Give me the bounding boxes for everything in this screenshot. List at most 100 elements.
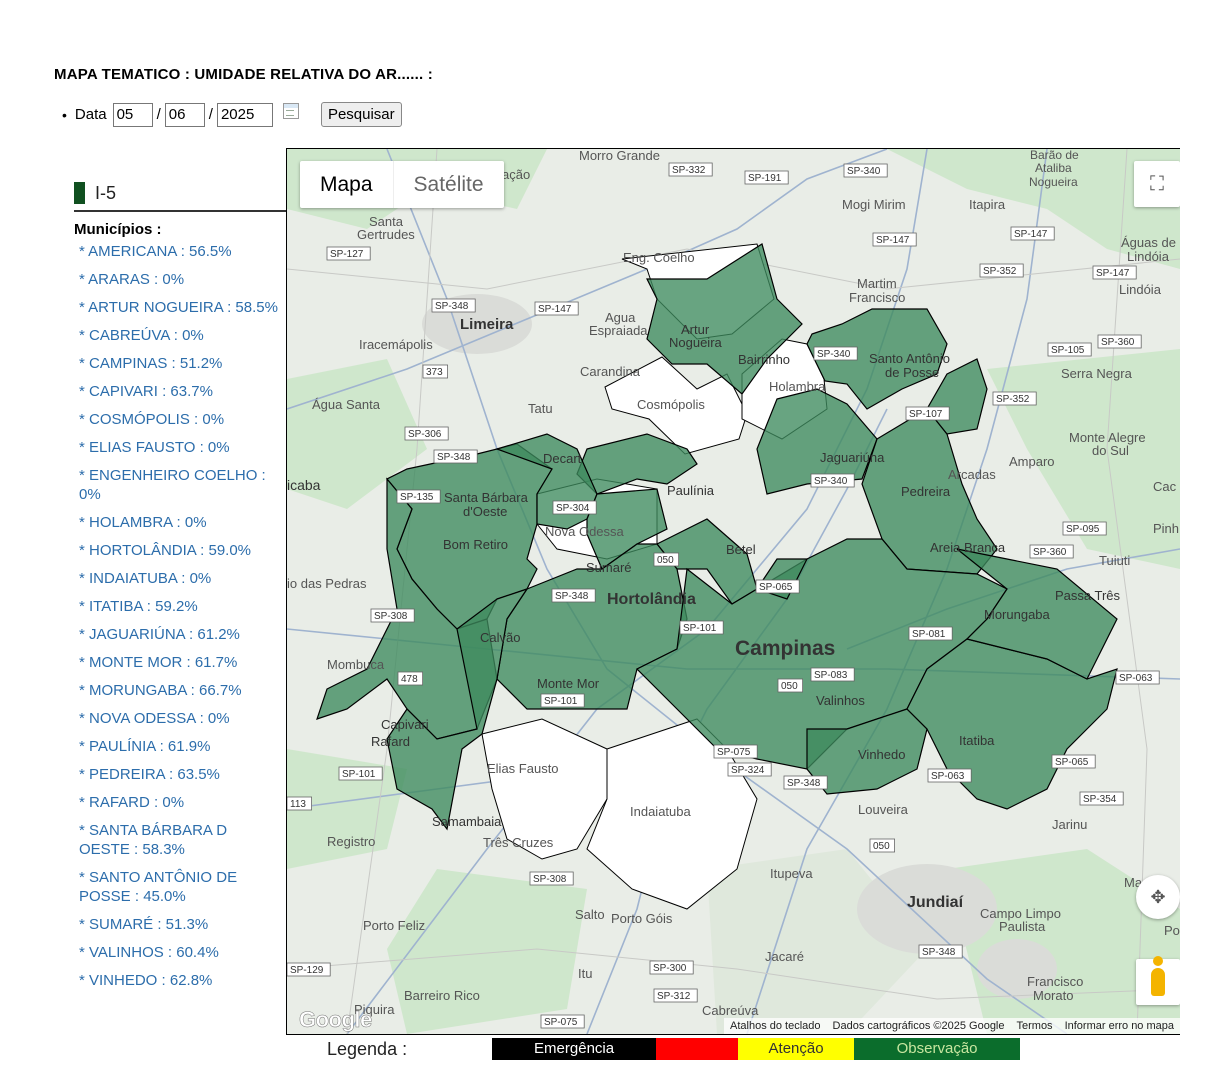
municipio-item: * PAULÍNIA : 61.9%: [79, 738, 211, 755]
map-type-control: Mapa Satélite: [300, 161, 504, 208]
road-shield-label: SP-340: [817, 349, 851, 360]
road-shield-label: 050: [781, 681, 798, 692]
month-input[interactable]: [164, 102, 205, 127]
calendar-icon[interactable]: [282, 102, 299, 119]
municipio-item: * RAFARD : 0%: [79, 794, 185, 811]
road-shield-label: SP-191: [748, 173, 782, 184]
road-shield: SP-308: [370, 608, 415, 623]
road-shield: SP-107: [905, 406, 950, 421]
road-shield-label: SP-063: [931, 771, 965, 782]
road-shield: SP-324: [727, 762, 772, 777]
municipio-item: * ELIAS FAUSTO : 0%: [79, 439, 230, 456]
report-error-link[interactable]: Informar erro no mapa: [1059, 1018, 1180, 1034]
municipios-title: Municípios :: [74, 221, 162, 238]
day-input[interactable]: [112, 102, 153, 127]
year-input[interactable]: [216, 102, 273, 127]
map-label: Calvão: [480, 630, 520, 645]
road-shield-label: SP-348: [922, 947, 956, 958]
map-type-satellite-button[interactable]: Satélite: [392, 161, 504, 208]
legend-item: Alerta: [656, 1038, 739, 1060]
map-label: Eng. Coelho: [623, 250, 695, 265]
road-shield-label: SP-348: [437, 452, 471, 463]
road-shield-label: SP-312: [657, 991, 691, 1002]
map-label: Hortolândia: [607, 591, 696, 608]
map-attribution: Atalhos do teclado Dados cartográficos ©…: [724, 1018, 1180, 1034]
road-shield: SP-348: [551, 588, 596, 603]
road-shield-label: SP-348: [555, 591, 589, 602]
municipio-item: * CAPIVARI : 63.7%: [79, 383, 213, 400]
road-shield: SP-127: [326, 246, 371, 261]
map-label: Itupeva: [770, 866, 813, 881]
road-shield: SP-065: [1051, 754, 1096, 769]
map-label: Holambra: [769, 379, 826, 394]
municipio-item: * SANTA BÁRBARA D OESTE : 58.3%: [79, 822, 228, 858]
road-shield: SP-312: [653, 988, 698, 1003]
map-panel[interactable]: Morro Grande ação Barão de Ataliba Nogue…: [286, 148, 1180, 1035]
legend: Legenda : Emergência Alerta Atenção Observa…: [327, 1038, 1021, 1060]
map-label: Serra Negra: [1061, 366, 1133, 381]
road-shield-label: SP-075: [717, 747, 751, 758]
map-label: Barreiro Rico: [404, 988, 480, 1003]
date-filter: • Data / / Pesquisar: [62, 102, 402, 127]
map-label: Três Cruzes: [483, 835, 554, 850]
legend-item: Atenção: [738, 1038, 855, 1060]
map-label: Po: [1164, 923, 1180, 938]
date-separator: /: [156, 106, 161, 123]
road-shield: SP-075: [713, 744, 758, 759]
road-shield-label: SP-101: [683, 623, 717, 634]
map-label: Amparo: [1009, 454, 1055, 469]
road-shield: SP-101: [540, 693, 585, 708]
date-label: Data: [74, 106, 107, 123]
road-shield: 050: [869, 838, 896, 853]
fullscreen-icon[interactable]: ⛶: [1134, 161, 1180, 207]
municipio-item: * CABREÚVA : 0%: [79, 327, 204, 344]
map-label: d'Oeste: [463, 504, 507, 519]
recenter-icon[interactable]: ✥: [1136, 875, 1180, 919]
road-shield: SP-101: [679, 620, 724, 635]
map-label: Santa Bárbara: [444, 490, 529, 505]
map-label: Morato: [1033, 988, 1073, 1003]
search-button[interactable]: Pesquisar: [320, 102, 402, 127]
road-shield: SP-354: [1079, 791, 1124, 806]
map-label: Itatiba: [959, 733, 995, 748]
map-label: Rafard: [371, 734, 410, 749]
road-shield: SP-063: [927, 768, 972, 783]
road-shield-label: SP-324: [731, 765, 765, 776]
keyboard-shortcuts-link[interactable]: Atalhos do teclado: [724, 1018, 827, 1034]
road-shield: SP-095: [1062, 521, 1107, 536]
map-type-map-button[interactable]: Mapa: [300, 161, 393, 208]
road-shield: SP-352: [979, 263, 1024, 278]
google-logo: Google: [299, 1007, 373, 1033]
map-label: Bom Retiro: [443, 537, 508, 552]
road-shield-label: SP-348: [787, 778, 821, 789]
map-label: Tatu: [528, 401, 553, 416]
road-shield: SP-300: [649, 960, 694, 975]
map-label: Registro: [327, 834, 375, 849]
map-label: Capivari: [381, 717, 429, 732]
road-shield-label: 113: [290, 799, 306, 810]
map-label: Jaguariúna: [820, 450, 885, 465]
pegman-icon[interactable]: [1136, 956, 1180, 1005]
road-shield-label: SP-308: [374, 611, 408, 622]
map-label: Martim: [857, 276, 897, 291]
map-canvas[interactable]: Morro Grande ação Barão de Ataliba Nogue…: [287, 149, 1180, 1034]
map-label: Lindóia: [1127, 249, 1170, 264]
road-shield: SP-075: [540, 1014, 585, 1029]
municipio-item: * PEDREIRA : 63.5%: [79, 766, 220, 783]
municipio-item: * SUMARÉ : 51.3%: [79, 916, 209, 933]
road-shield: SP-129: [287, 962, 331, 977]
municipio-item: * ARTUR NOGUEIRA : 58.5%: [79, 299, 278, 316]
road-shield-label: SP-105: [1051, 345, 1085, 356]
road-shield: SP-191: [744, 170, 789, 185]
road-shield-label: 050: [657, 555, 674, 566]
legend-title: Legenda :: [327, 1038, 408, 1059]
municipio-item: * SANTO ANTÔNIO DE POSSE : 45.0%: [79, 869, 238, 905]
sidebar: I-5 Municípios : * AMERICANA : 56.5% * AR…: [74, 178, 286, 990]
terms-link[interactable]: Termos: [1011, 1018, 1059, 1034]
municipio-item: * MONTE MOR : 61.7%: [79, 654, 238, 671]
road-shield: SP-147: [1010, 226, 1055, 241]
road-shield-label: SP-360: [1101, 337, 1135, 348]
map-label: Pedreira: [901, 484, 951, 499]
map-label: Monte Mor: [537, 676, 600, 691]
municipio-item: * JAGUARIÚNA : 61.2%: [79, 626, 240, 643]
